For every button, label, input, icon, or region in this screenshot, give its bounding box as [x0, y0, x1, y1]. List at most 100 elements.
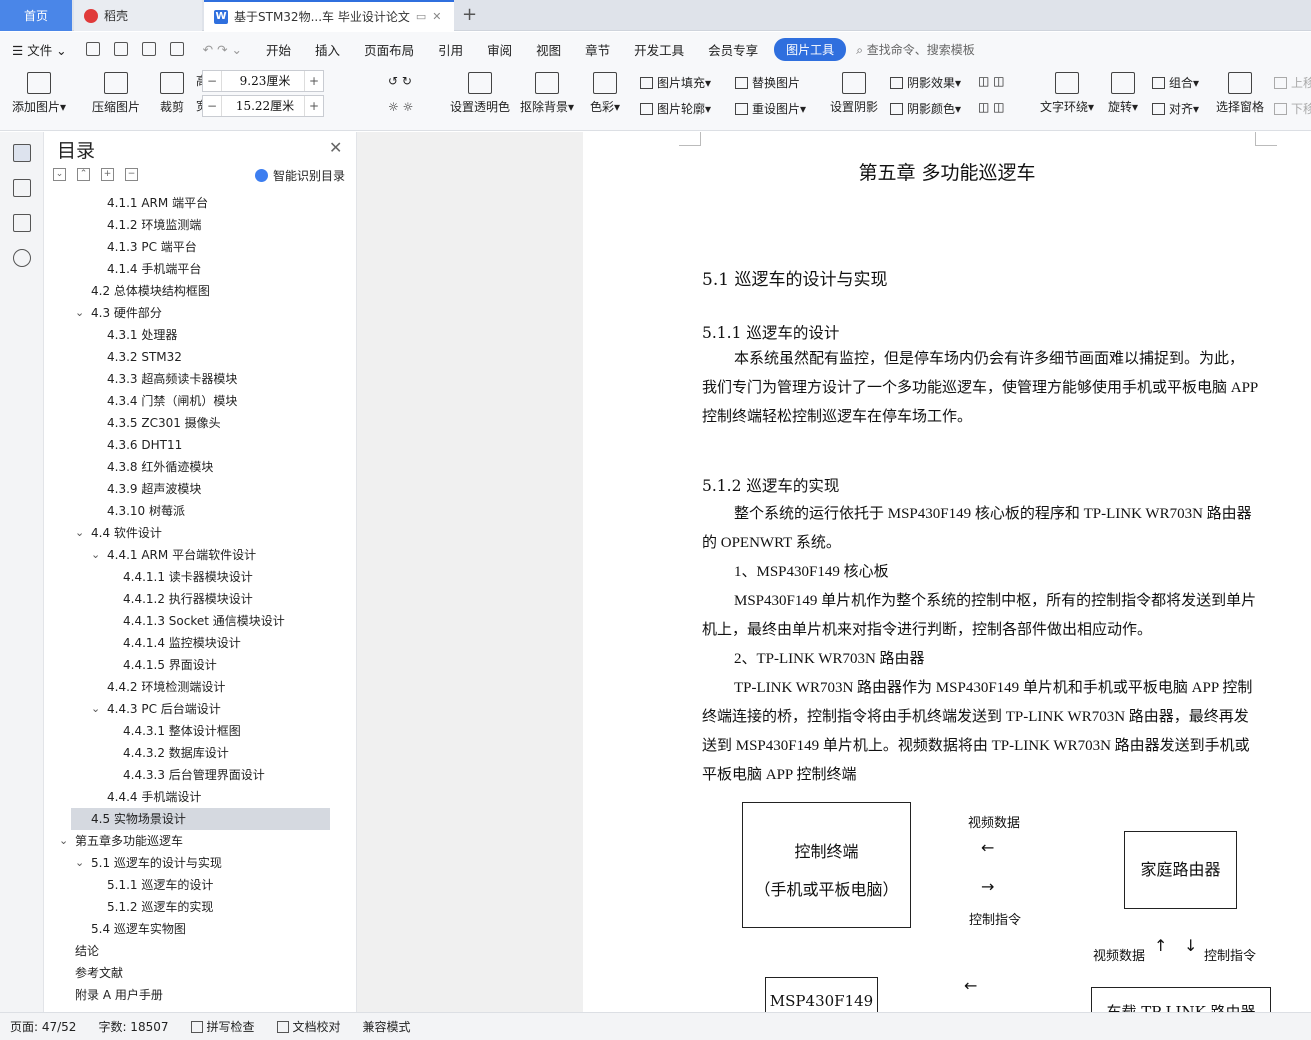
menu-insert[interactable]: 插入 [303, 40, 352, 59]
shadow-nudge-icon[interactable]: ◫ ◫ [978, 74, 1005, 88]
close-tab-icon[interactable]: ✕ [432, 10, 441, 23]
diagram-car-router[interactable]: 车载 TP-LINK 路由器 [1091, 987, 1271, 1012]
toc-item[interactable]: ⌄ 4.4.1 ARM 平台端软件设计 [91, 544, 256, 566]
height-increase[interactable]: + [305, 74, 323, 88]
chevron-down-icon[interactable]: ⌄ [75, 522, 84, 544]
rotate-button[interactable]: 旋转▾ [1108, 72, 1138, 115]
diagram-home-router[interactable]: 家庭路由器 [1124, 831, 1237, 909]
crop-button[interactable]: 裁剪 [160, 72, 184, 115]
proofread-button[interactable]: 文档校对 [276, 1018, 341, 1035]
menu-view[interactable]: 视图 [524, 40, 573, 59]
toc-item[interactable]: 结论 [75, 940, 99, 962]
chevron-down-icon[interactable]: ⌄ [75, 852, 84, 874]
file-menu[interactable]: ☰ 文件 ⌄ [0, 40, 79, 59]
chevron-down-icon[interactable]: ⌄ [59, 830, 68, 852]
select-pane-button[interactable]: 选择窗格 [1216, 72, 1264, 115]
replace-image-button[interactable]: 替换图片 [735, 74, 800, 91]
chevron-down-icon[interactable]: ⌄ [91, 698, 100, 720]
height-value[interactable]: 9.23厘米 [221, 70, 305, 91]
color-button[interactable]: 色彩▾ [590, 72, 620, 115]
toc-item[interactable]: 4.4.2 环境检测端设计 [107, 676, 225, 698]
tab-home[interactable]: 首页 [0, 0, 72, 31]
toc-item[interactable]: 5.1.2 巡逻车的实现 [107, 896, 213, 918]
width-value[interactable]: 15.22厘米 [221, 95, 305, 116]
expand-icon[interactable]: ⌃ [77, 168, 90, 181]
chapter-icon[interactable] [12, 179, 31, 197]
send-backward-button[interactable]: 下移 [1274, 100, 1311, 117]
align-button[interactable]: 对齐 ▾ [1152, 100, 1199, 117]
picture-fill-button[interactable]: 图片填充 ▾ [640, 74, 711, 91]
compress-image-button[interactable]: 压缩图片 [92, 72, 140, 115]
remove-background-button[interactable]: 抠除背景▾ [520, 72, 574, 115]
shadow-nudge-icon-2[interactable]: ◫ ◫ [978, 100, 1005, 114]
add-level-icon[interactable]: + [101, 168, 114, 181]
height-decrease[interactable]: − [203, 74, 221, 88]
toc-icon[interactable] [12, 144, 31, 162]
new-tab-button[interactable]: + [462, 4, 477, 25]
width-input[interactable]: −15.22厘米 + [202, 94, 324, 117]
menu-section[interactable]: 章节 [573, 40, 622, 59]
picture-outline-button[interactable]: 图片轮廓 ▾ [640, 100, 711, 117]
toc-item[interactable]: 4.3.10 树莓派 [107, 500, 185, 522]
toc-item[interactable]: 4.4.1.1 读卡器模块设计 [123, 566, 253, 588]
rotate-left-icon[interactable]: ↺ ↻ [388, 74, 412, 88]
toc-item[interactable]: 4.4.3.2 数据库设计 [123, 742, 229, 764]
toc-item[interactable]: 4.4.4 手机端设计 [107, 786, 201, 808]
remove-level-icon[interactable]: − [125, 168, 138, 181]
toc-item[interactable]: ⌄ 4.4 软件设计 [75, 522, 162, 544]
document-page[interactable]: 第五章 多功能巡逻车 5.1 巡逻车的设计与实现 5.1.1 巡逻车的设计 本系… [583, 132, 1311, 1012]
toc-item[interactable]: ⌄ 4.3 硬件部分 [75, 302, 162, 324]
spell-check-toggle[interactable]: 拼写检查 [190, 1018, 255, 1035]
toc-item[interactable]: 5.1.1 巡逻车的设计 [107, 874, 213, 896]
preview-icon[interactable] [169, 42, 184, 56]
shadow-effect-button[interactable]: 阴影效果 ▾ [890, 74, 961, 91]
toc-item[interactable]: 4.3.8 红外循迹模块 [107, 456, 213, 478]
menu-picture-tools[interactable]: 图片工具 [774, 37, 847, 61]
toc-item[interactable]: 4.1.1 ARM 端平台 [107, 192, 208, 214]
smart-toc-button[interactable]: 智能识别目录 [255, 167, 345, 184]
width-decrease[interactable]: − [203, 99, 221, 113]
toc-item[interactable]: 4.3.9 超声波模块 [107, 478, 201, 500]
toc-item[interactable]: 4.3.2 STM32 [107, 346, 182, 368]
width-increase[interactable]: + [305, 99, 323, 113]
toc-item[interactable]: 4.3.1 处理器 [107, 324, 177, 346]
chevron-down-icon[interactable]: ⌄ [75, 302, 84, 324]
bring-forward-button[interactable]: 上移 [1274, 74, 1311, 91]
export-icon[interactable] [113, 42, 128, 56]
page-count[interactable]: 页面: 47/52 [10, 1018, 76, 1035]
save-icon[interactable] [85, 42, 100, 56]
set-shadow-button[interactable]: 设置阴影 [830, 72, 878, 115]
print-icon[interactable] [141, 42, 156, 56]
reset-image-button[interactable]: 重设图片 ▾ [735, 100, 806, 117]
toc-item[interactable]: 4.4.1.5 界面设计 [123, 654, 217, 676]
toc-item[interactable]: 5.4 巡逻车实物图 [91, 918, 186, 940]
toc-item[interactable]: 4.5 实物场景设计 [71, 808, 330, 830]
close-icon[interactable]: ✕ [329, 138, 342, 157]
set-transparent-button[interactable]: 设置透明色 [450, 72, 510, 115]
undo-icon[interactable]: ↶ ↷ ⌄ [191, 42, 254, 57]
toc-item[interactable]: 4.1.4 手机端平台 [107, 258, 201, 280]
toc-item[interactable]: 4.4.1.3 Socket 通信模块设计 [123, 610, 285, 632]
bookmark-icon[interactable] [12, 214, 31, 232]
toc-item[interactable]: 4.3.6 DHT11 [107, 434, 182, 456]
toc-item[interactable]: 4.4.1.2 执行器模块设计 [123, 588, 253, 610]
group-button[interactable]: 组合 ▾ [1152, 74, 1199, 91]
toc-item[interactable]: 4.1.3 PC 端平台 [107, 236, 197, 258]
toc-item[interactable]: 4.1.2 环境监测端 [107, 214, 201, 236]
collapse-icon[interactable]: ⌄ [53, 168, 66, 181]
toc-item[interactable]: 4.3.5 ZC301 摄像头 [107, 412, 221, 434]
toc-item[interactable]: ⌄ 第五章多功能巡逻车 [59, 830, 183, 852]
tab-daoke[interactable]: 稻壳 [74, 0, 202, 31]
menu-layout[interactable]: 页面布局 [352, 40, 426, 59]
toc-item[interactable]: 4.3.3 超高频读卡器模块 [107, 368, 237, 390]
toc-item[interactable]: 参考文献 [75, 962, 123, 984]
height-input[interactable]: −9.23厘米 + [202, 69, 324, 92]
word-count[interactable]: 字数: 18507 [98, 1018, 168, 1035]
tab-document[interactable]: W 基于STM32物...车 毕业设计论文 ▭ ✕ [204, 0, 454, 31]
add-image-button[interactable]: 添加图片▾ [12, 72, 66, 115]
diagram-msp430[interactable]: MSP430F149 [765, 977, 878, 1012]
chevron-down-icon[interactable]: ⌄ [91, 544, 100, 566]
menu-review[interactable]: 审阅 [475, 40, 524, 59]
shadow-color-button[interactable]: 阴影颜色 ▾ [890, 100, 961, 117]
float-window-icon[interactable]: ▭ [416, 10, 426, 23]
